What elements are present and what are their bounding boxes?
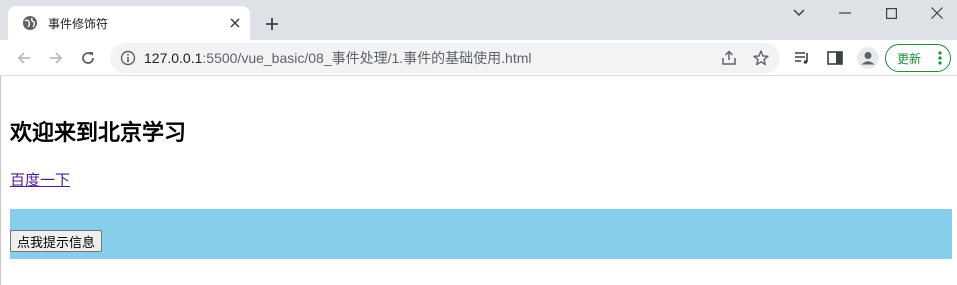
blue-box: 点我提示信息 [10, 209, 952, 259]
update-label: 更新 [897, 51, 922, 66]
baidu-link[interactable]: 百度一下 [10, 170, 70, 190]
address-bar[interactable]: 127.0.0.1:5500/vue_basic/08_事件处理/1.事件的基础… [110, 43, 780, 73]
maximize-button[interactable] [868, 0, 914, 26]
share-icon[interactable] [720, 49, 738, 67]
update-button[interactable]: 更新 [885, 44, 951, 72]
window-left-edge [0, 76, 1, 285]
globe-icon [22, 15, 38, 31]
page-heading: 欢迎来到北京学习 [10, 121, 187, 146]
show-info-button[interactable]: 点我提示信息 [10, 230, 103, 252]
more-menu-icon[interactable] [938, 51, 942, 65]
tab-search-chevron-icon[interactable] [776, 0, 822, 26]
site-info-icon[interactable] [120, 50, 136, 66]
forward-arrow-icon[interactable] [42, 44, 70, 72]
media-control-icon[interactable] [793, 49, 811, 67]
url-text: 127.0.0.1:5500/vue_basic/08_事件处理/1.事件的基础… [144, 43, 532, 73]
bookmark-star-icon[interactable] [752, 49, 770, 67]
url-host: 127.0.0.1 [144, 50, 203, 66]
tab-strip: 事件修饰符 [0, 0, 957, 40]
tab-title: 事件修饰符 [48, 16, 109, 31]
url-path: :5500/vue_basic/08_事件处理/1.事件的基础使用.html [202, 50, 532, 66]
window-close-button[interactable] [914, 0, 957, 26]
browser-tab-active[interactable]: 事件修饰符 [8, 6, 250, 40]
new-tab-button[interactable] [258, 10, 286, 38]
reload-icon[interactable] [74, 44, 102, 72]
profile-avatar-icon[interactable] [857, 47, 879, 69]
close-tab-icon[interactable] [222, 10, 248, 36]
browser-toolbar: 127.0.0.1:5500/vue_basic/08_事件处理/1.事件的基础… [0, 40, 957, 76]
minimize-button[interactable] [822, 0, 868, 26]
side-panel-icon[interactable] [826, 49, 844, 67]
back-arrow-icon[interactable] [10, 44, 38, 72]
